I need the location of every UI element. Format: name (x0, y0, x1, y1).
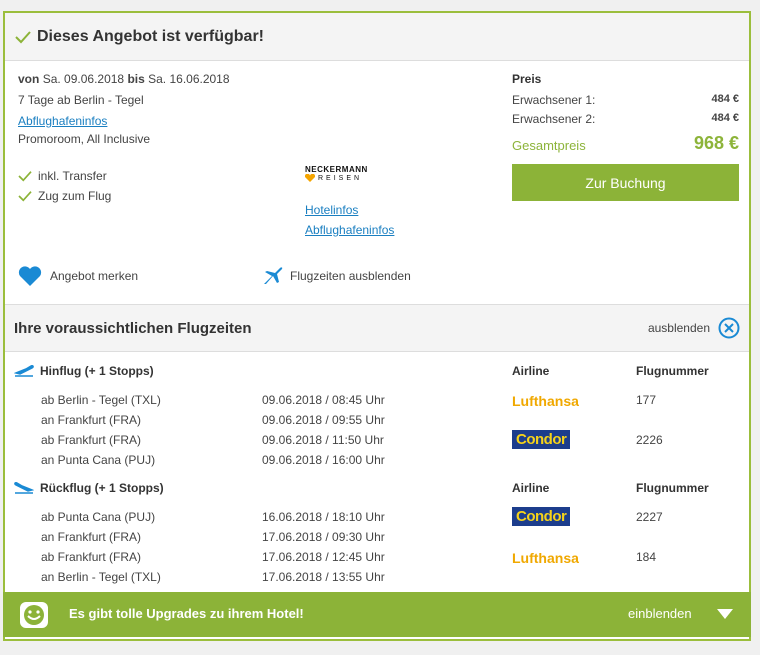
flight-number: 2227 (636, 510, 663, 524)
upgrade-text: Es gibt tolle Upgrades zu ihrem Hotel! (69, 606, 304, 621)
duration-text: 7 Tage ab Berlin - Tegel (18, 93, 144, 107)
leg-place: ab Berlin - Tegel (TXL) (41, 393, 161, 407)
book-button[interactable]: Zur Buchung (512, 164, 739, 201)
hide-flights-button[interactable]: ausblenden (648, 317, 740, 339)
hotel-info-link[interactable]: Hotelinfos (305, 203, 358, 217)
availability-title: Dieses Angebot ist verfügbar! (37, 27, 265, 45)
date-range: von Sa. 09.06.2018 bis Sa. 16.06.2018 (18, 72, 230, 86)
outbound-title: Hinflug (+ 1 Stopps) (14, 364, 154, 378)
plane-departure-icon (14, 365, 34, 377)
airline-header: Airline (512, 481, 550, 495)
heart-icon (18, 266, 42, 286)
leg-time: 17.06.2018 / 12:45 Uhr (262, 550, 385, 564)
condor-logo: Condor (512, 507, 571, 526)
close-circle-icon (718, 317, 740, 339)
lufthansa-logo: Lufthansa (512, 393, 579, 409)
lufthansa-logo: Lufthansa (512, 550, 579, 566)
adult1-price: 484 € (711, 93, 739, 105)
leg-place: an Frankfurt (FRA) (41, 530, 142, 544)
hide-flight-times-button[interactable]: Flugzeiten ausblenden (262, 266, 411, 286)
adult2-price: 484 € (711, 112, 739, 124)
leg-time: 16.06.2018 / 18:10 Uhr (262, 510, 385, 524)
neckermann-logo: NECKERMANN REISEN (305, 165, 368, 182)
airport-info-link-2[interactable]: Abflughafeninfos (305, 223, 394, 237)
flight-times-title: Ihre voraussichtlichen Flugzeiten (14, 320, 252, 337)
adult2-label: Erwachsener 2: (512, 112, 596, 126)
flight-number: 184 (636, 550, 657, 564)
plane-arrival-icon (14, 482, 34, 494)
leg-time: 09.06.2018 / 16:00 Uhr (262, 453, 385, 467)
airline-header: Airline (512, 364, 550, 378)
total-price: 968 € (693, 133, 739, 153)
room-text: Promoroom, All Inclusive (18, 132, 151, 146)
checkmark-icon (18, 171, 32, 182)
flight-times-header: Ihre voraussichtlichen Flugzeiten ausble… (5, 304, 749, 352)
airplane-icon (264, 267, 283, 284)
feature-train: Zug zum Flug (18, 189, 111, 203)
airport-info-link[interactable]: Abflughafeninfos (18, 114, 107, 128)
return-title: Rückflug (+ 1 Stopps) (14, 481, 164, 495)
flight-number: 2226 (636, 433, 663, 447)
leg-time: 09.06.2018 / 11:50 Uhr (262, 433, 384, 447)
smiley-icon (20, 602, 48, 628)
leg-time: 09.06.2018 / 08:45 Uhr (262, 393, 385, 407)
adult1-label: Erwachsener 1: (512, 93, 596, 107)
offer-card: Dieses Angebot ist verfügbar! von Sa. 09… (3, 11, 751, 641)
condor-logo: Condor (512, 430, 571, 449)
total-label: Gesamtpreis (512, 138, 586, 153)
upgrade-banner[interactable]: Es gibt tolle Upgrades zu ihrem Hotel! e… (3, 592, 751, 637)
checkmark-icon (15, 30, 31, 43)
leg-place: an Frankfurt (FRA) (41, 413, 142, 427)
leg-time: 17.06.2018 / 13:55 Uhr (262, 570, 385, 584)
feature-transfer: inkl. Transfer (18, 169, 107, 183)
show-upgrades-label[interactable]: einblenden (628, 606, 692, 621)
remember-offer-button[interactable]: Angebot merken (18, 265, 138, 287)
leg-place: ab Frankfurt (FRA) (41, 550, 142, 564)
leg-place: ab Punta Cana (PUJ) (41, 510, 156, 524)
flightno-header: Flugnummer (636, 481, 709, 495)
price-title: Preis (512, 72, 542, 86)
checkmark-icon (18, 191, 32, 202)
leg-time: 17.06.2018 / 09:30 Uhr (262, 530, 385, 544)
availability-header: Dieses Angebot ist verfügbar! (5, 13, 749, 61)
flight-number: 177 (636, 393, 657, 407)
leg-place: an Berlin - Tegel (TXL) (41, 570, 161, 584)
leg-place: ab Frankfurt (FRA) (41, 433, 142, 447)
leg-place: an Punta Cana (PUJ) (41, 453, 156, 467)
flightno-header: Flugnummer (636, 364, 709, 378)
leg-time: 09.06.2018 / 09:55 Uhr (262, 413, 385, 427)
heart-logo-icon (305, 174, 315, 182)
chevron-down-icon[interactable] (717, 609, 733, 619)
